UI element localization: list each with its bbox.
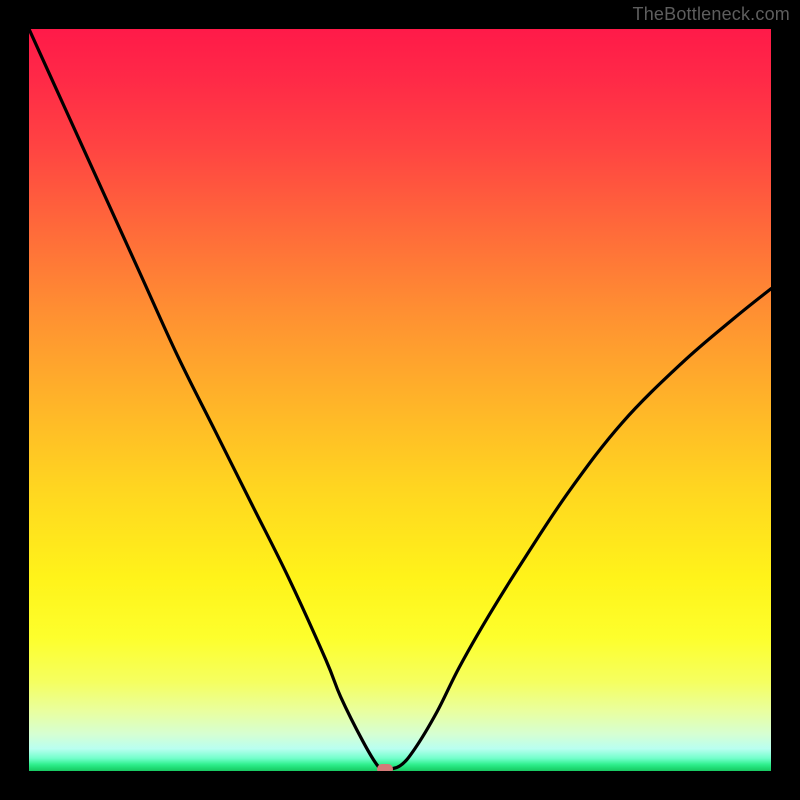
optimal-point-marker bbox=[377, 764, 393, 771]
plot-area bbox=[29, 29, 771, 771]
watermark-text: TheBottleneck.com bbox=[633, 4, 790, 25]
bottleneck-curve bbox=[29, 29, 771, 771]
chart-frame: TheBottleneck.com bbox=[0, 0, 800, 800]
